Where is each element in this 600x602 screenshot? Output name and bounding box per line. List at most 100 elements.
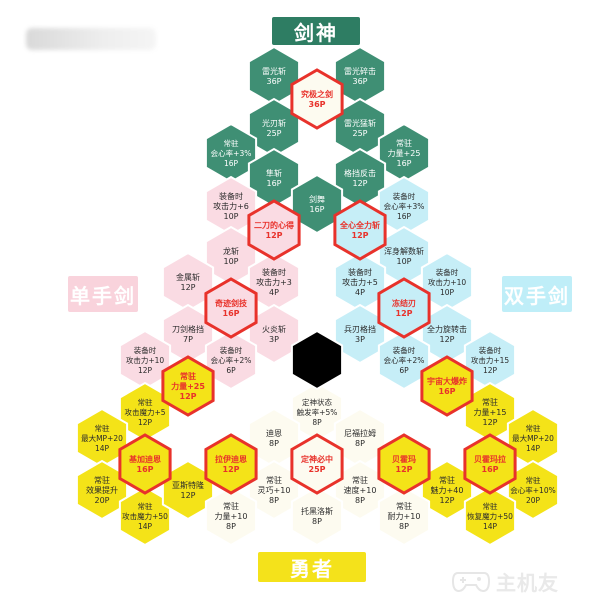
skill-label: 12P [482,418,497,427]
skill-node-pink-2: 二刀的心得12P [247,199,301,261]
skill-label: 常驻 [352,475,368,485]
skill-label: 拉伊迪恩 [215,454,247,464]
skill-label: 定神状态 [302,397,332,407]
skill-label: 攻击力+15 [471,355,510,365]
skill-label: 16P [309,205,324,214]
skill-label: 16P [137,465,154,474]
skill-label: 装备时 [262,267,286,277]
skill-label: 力量+15 [474,407,507,417]
skill-label: 12P [483,366,498,375]
skill-label: 装备时 [219,191,243,201]
skill-label: 12P [223,465,240,474]
skill-label: 最大MP+20 [81,433,123,443]
skill-label: 16P [266,179,281,188]
skill-label: 二刀的心得 [254,220,294,230]
skill-grid: 雷光斩36P雷光碎击36P光刃斩25P雷光猛斩25P常驻会心率+3%16P常驻力… [75,45,560,547]
skill-hex [420,355,474,417]
skill-label: 光刃斩 [262,118,286,128]
skill-label: 雷光碎击 [344,66,376,76]
skill-label: 常驻 [483,501,498,511]
skill-label: 装备时 [220,345,243,355]
skill-label: 常驻 [94,475,110,485]
skill-node-yel-4: 基加迪恩16P [118,433,172,495]
skill-label: 16P [439,387,456,396]
skill-hex [247,199,301,261]
skill-label: 攻击魔力+5 [124,407,165,417]
skill-label: 全心全力斩 [339,220,380,230]
skill-label: 攻击力+3 [256,277,292,287]
skill-label: 3P [269,335,279,344]
skill-hex [290,433,344,495]
skill-label: 格挡反击 [344,168,376,178]
skill-hex [290,68,344,130]
skill-label: 8P [269,496,279,505]
skill-label: 常驻 [439,475,455,485]
skill-hex [118,433,172,495]
skill-label: 常驻 [396,138,412,148]
skill-node-yel-12: 贝霍玛12P [377,433,431,495]
skill-label: 14P [483,522,498,531]
skill-label: 龙斩 [223,246,239,256]
skill-label: 10P [440,288,455,297]
skill-label: 亚斯特隆 [172,480,204,490]
skill-label: 12P [180,283,195,292]
skill-node-wht-4: 定神必中25P [290,433,344,495]
skill-label: 20P [94,496,109,505]
skill-label: 14P [138,522,153,531]
skill-label: 16P [397,212,412,221]
skill-label: 宇宙大爆炸 [427,376,467,386]
skill-label: 尼福拉姆 [344,428,376,438]
skill-label: 8P [355,439,365,448]
skill-label: 贝霍玛拉 [474,454,506,464]
skill-label: 36P [309,100,326,109]
skill-label: 16P [396,159,411,168]
skill-label: 冻结刃 [392,298,416,308]
skill-label: 常驻 [138,397,153,407]
skill-label: 定神必中 [300,454,333,464]
skill-label: 36P [266,77,281,86]
skill-label: 8P [269,439,279,448]
skill-label: 魅力+40 [431,485,464,495]
skill-label: 兵刃格挡 [344,324,376,334]
skill-hex [333,199,387,261]
skill-label: 4P [269,288,279,297]
skill-label: 16P [223,309,240,318]
skill-label: 雷光猛斩 [344,118,376,128]
skill-hex [204,277,258,339]
skill-label: 装备时 [348,267,372,277]
skill-label: 力量+10 [215,511,248,521]
skill-label: 会心率+3% [384,201,425,211]
skill-node-pink-6: 奇迹剑技16P [204,277,258,339]
skill-label: 攻击力+6 [213,201,249,211]
skill-label: 速度+10 [344,485,377,495]
skill-label: 浑身解数斩 [384,246,424,256]
skill-label: 会心率+3% [211,148,252,158]
skill-label: 7P [183,335,193,344]
skill-label: 全力旋转击 [427,324,467,334]
skill-label: 效果提升 [86,485,118,495]
skill-label: 奇迹剑技 [215,298,248,308]
skill-label: 12P [138,418,153,427]
skill-label: 14P [526,444,541,453]
skill-label: 12P [352,231,369,240]
skill-label: 25P [309,465,326,474]
skill-label: 常驻 [526,423,541,433]
skill-label: 会心率+2% [211,355,252,365]
skill-label: 12P [138,366,153,375]
skill-label: 装备时 [134,345,157,355]
skill-label: 装备时 [393,191,416,201]
skill-label: 最大MP+20 [512,433,554,443]
skill-node-green-3: 究极之剑36P [290,68,344,130]
skill-node-yel-8: 拉伊迪恩12P [204,433,258,495]
skill-label: 12P [396,309,413,318]
skill-label: 基加迪恩 [128,454,161,464]
skill-label: 火炎斩 [262,324,286,334]
skill-label: 究极之剑 [301,89,333,99]
skill-label: 会心率+2% [384,355,425,365]
skill-label: 常驻 [266,475,282,485]
skill-label: 12P [266,231,283,240]
skill-node-green-7: 常驻力量+2516P [377,122,431,184]
skill-label: 常驻 [138,501,153,511]
skill-hex [463,433,517,495]
skill-label: 装备时 [479,345,502,355]
